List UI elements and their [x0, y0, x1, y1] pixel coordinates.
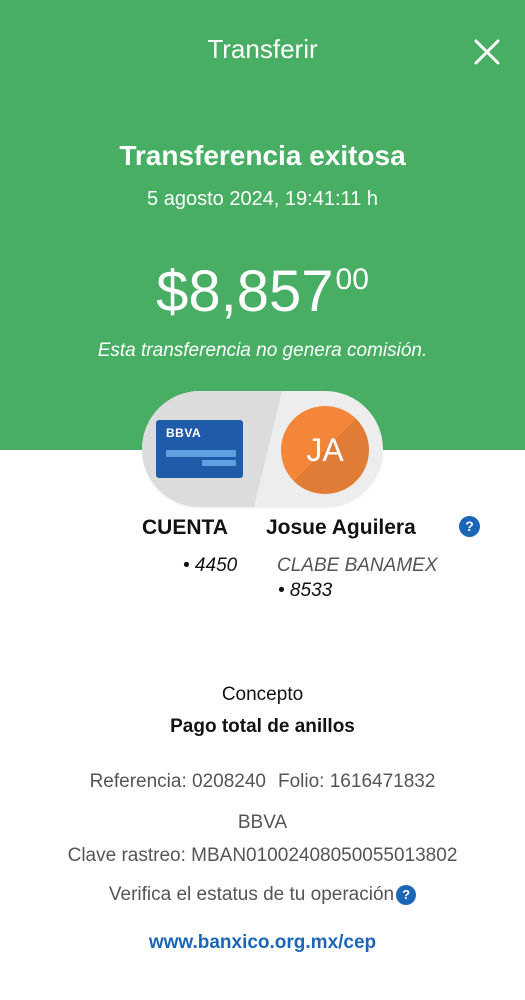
success-header: Transferir Transferencia exitosa 5 agost… — [0, 0, 525, 450]
tracking-key: Clave rastreo: MBAN01002408050055013802 — [67, 845, 458, 866]
card-stripe — [166, 450, 236, 457]
concept-label: Concepto — [221, 684, 304, 705]
banxico-link[interactable]: www.banxico.org.mx/cep — [0, 932, 525, 954]
concept-value: Pago total de anillos — [170, 716, 355, 737]
transfer-datetime: 5 agosto 2024, 19:41:11 h — [147, 188, 378, 210]
close-icon[interactable] — [473, 38, 501, 66]
transfer-amount: $8,85700 — [0, 258, 525, 325]
verify-status: Verifica el estatus de tu operación? — [0, 884, 525, 906]
payee-bank: CLABE BANAMEX — [277, 555, 438, 576]
card-stripe-short — [202, 460, 236, 466]
bank-card-icon: BBVA — [156, 420, 243, 478]
page-title: Transferir — [207, 34, 318, 64]
avatar-initials: JA — [306, 432, 344, 468]
transfer-visual: BBVA JA — [142, 391, 383, 507]
card-brand: BBVA — [166, 426, 202, 440]
help-icon-verify[interactable]: ? — [396, 884, 417, 905]
help-icon[interactable]: ? — [459, 516, 480, 537]
amount-cents: 00 — [335, 263, 369, 296]
reference: Referencia: 0208240 — [89, 771, 266, 792]
status-title: Transferencia exitosa — [119, 140, 406, 171]
reference-line: Referencia: 0208240 Folio: 1616471832 — [0, 771, 525, 793]
folio: Folio: 1616471832 — [278, 771, 436, 792]
issuing-bank: BBVA — [237, 812, 288, 833]
payee-name: Josue Aguilera — [266, 516, 416, 539]
source-account-number: • 4450 — [183, 555, 238, 576]
amount-integer: $8,857 — [156, 259, 334, 324]
verify-text: Verifica el estatus de tu operación — [108, 884, 395, 905]
payee-account-number: • 8533 — [278, 580, 333, 601]
commission-note: Esta transferencia no genera comisión. — [97, 340, 428, 361]
avatar: JA — [281, 406, 369, 494]
source-account-label: CUENTA — [142, 516, 228, 539]
